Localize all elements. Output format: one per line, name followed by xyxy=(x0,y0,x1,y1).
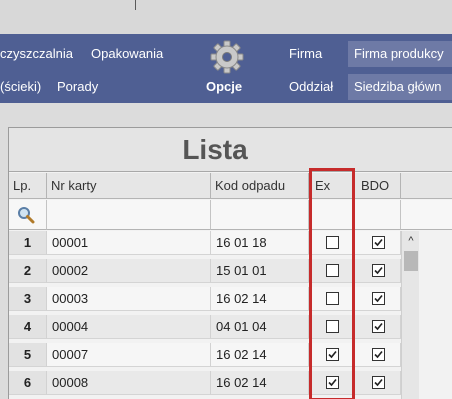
waste-code: 16 02 14 xyxy=(211,287,309,311)
search-icon xyxy=(18,207,35,224)
bdo-cell xyxy=(355,315,401,339)
nav-link-opakowania[interactable]: Opakowania xyxy=(91,46,163,62)
table-row[interactable]: 2 00002 15 01 01 xyxy=(9,259,401,283)
bdo-checkbox[interactable] xyxy=(372,348,385,361)
nav-link-porady[interactable]: Porady xyxy=(57,79,98,95)
ex-cell xyxy=(309,343,355,367)
row-number: 3 xyxy=(9,287,47,311)
oddzial-select[interactable]: Siedziba główn xyxy=(348,74,452,100)
ex-checkbox[interactable] xyxy=(326,376,339,389)
bdo-checkbox[interactable] xyxy=(372,264,385,277)
row-number: 1 xyxy=(9,231,47,255)
bdo-cell xyxy=(355,343,401,367)
bdo-cell xyxy=(355,371,401,395)
filter-ex[interactable] xyxy=(309,200,355,230)
card-number: 00004 xyxy=(47,315,211,339)
ex-cell xyxy=(309,231,355,255)
list-scrollbar[interactable]: ^ xyxy=(401,231,419,399)
nav-link-oczyszczalnia[interactable]: czyszczalnia xyxy=(0,46,73,62)
waste-code: 04 01 04 xyxy=(211,315,309,339)
table-row[interactable]: 5 00007 16 02 14 xyxy=(9,343,401,367)
card-number: 00001 xyxy=(47,231,211,255)
row-number: 4 xyxy=(9,315,47,339)
ex-checkbox[interactable] xyxy=(326,320,339,333)
top-strip xyxy=(0,0,452,34)
bdo-cell xyxy=(355,231,401,255)
ex-cell xyxy=(309,259,355,283)
ex-cell xyxy=(309,371,355,395)
ex-cell xyxy=(309,287,355,311)
gear-icon[interactable] xyxy=(210,40,244,74)
options-label[interactable]: Opcje xyxy=(206,79,242,95)
list-title: Lista xyxy=(9,128,452,172)
card-number: 00002 xyxy=(47,259,211,283)
bdo-checkbox[interactable] xyxy=(372,320,385,333)
ex-checkbox[interactable] xyxy=(326,292,339,305)
table-row[interactable]: 3 00003 16 02 14 xyxy=(9,287,401,311)
waste-code: 16 02 14 xyxy=(211,371,309,395)
bdo-checkbox[interactable] xyxy=(372,376,385,389)
waste-code: 15 01 01 xyxy=(211,259,309,283)
oddzial-label: Oddział xyxy=(289,79,334,94)
column-header-bdo[interactable]: BDO xyxy=(355,173,401,199)
firma-select[interactable]: Firma produkcy xyxy=(348,41,452,67)
column-header-kod-odpadu[interactable]: Kod odpadu xyxy=(211,173,309,199)
card-number: 00007 xyxy=(47,343,211,367)
waste-code: 16 01 18 xyxy=(211,231,309,255)
firma-label: Firma xyxy=(289,46,323,61)
ex-cell xyxy=(309,315,355,339)
column-header-filler xyxy=(401,173,452,199)
search-button[interactable] xyxy=(9,200,47,230)
filter-kod-odpadu[interactable] xyxy=(211,200,309,230)
waste-code: 16 02 14 xyxy=(211,343,309,367)
card-number: 00008 xyxy=(47,371,211,395)
filter-bdo[interactable] xyxy=(355,200,401,230)
filter-nr-karty[interactable] xyxy=(47,200,211,230)
bdo-cell xyxy=(355,287,401,311)
card-number: 00003 xyxy=(47,287,211,311)
row-number: 2 xyxy=(9,259,47,283)
ex-checkbox[interactable] xyxy=(326,348,339,361)
ex-checkbox[interactable] xyxy=(326,236,339,249)
column-header-lp[interactable]: Lp. xyxy=(9,173,47,199)
table-row[interactable]: 6 00008 16 02 14 xyxy=(9,371,401,395)
bdo-cell xyxy=(355,259,401,283)
bdo-checkbox[interactable] xyxy=(372,236,385,249)
bdo-checkbox[interactable] xyxy=(372,292,385,305)
row-number: 6 xyxy=(9,371,47,395)
filter-filler xyxy=(401,200,452,230)
column-header-ex[interactable]: Ex xyxy=(309,173,355,199)
chevron-up-icon[interactable]: ^ xyxy=(403,233,419,249)
scroll-thumb[interactable] xyxy=(404,251,418,271)
table-row[interactable]: 1 00001 16 01 18 xyxy=(9,231,401,255)
table-row[interactable]: 4 00004 04 01 04 xyxy=(9,315,401,339)
nav-link-scieki[interactable]: (ścieki) xyxy=(0,79,41,95)
ex-checkbox[interactable] xyxy=(326,264,339,277)
list-panel: Lista Lp. Nr karty Kod odpadu Ex BDO 1 00… xyxy=(8,127,452,399)
row-number: 5 xyxy=(9,343,47,367)
top-navigation-bar: czyszczalnia Opakowania (ścieki) Porady … xyxy=(0,34,452,103)
window-seam xyxy=(135,0,136,10)
column-header-nr-karty[interactable]: Nr karty xyxy=(47,173,211,199)
